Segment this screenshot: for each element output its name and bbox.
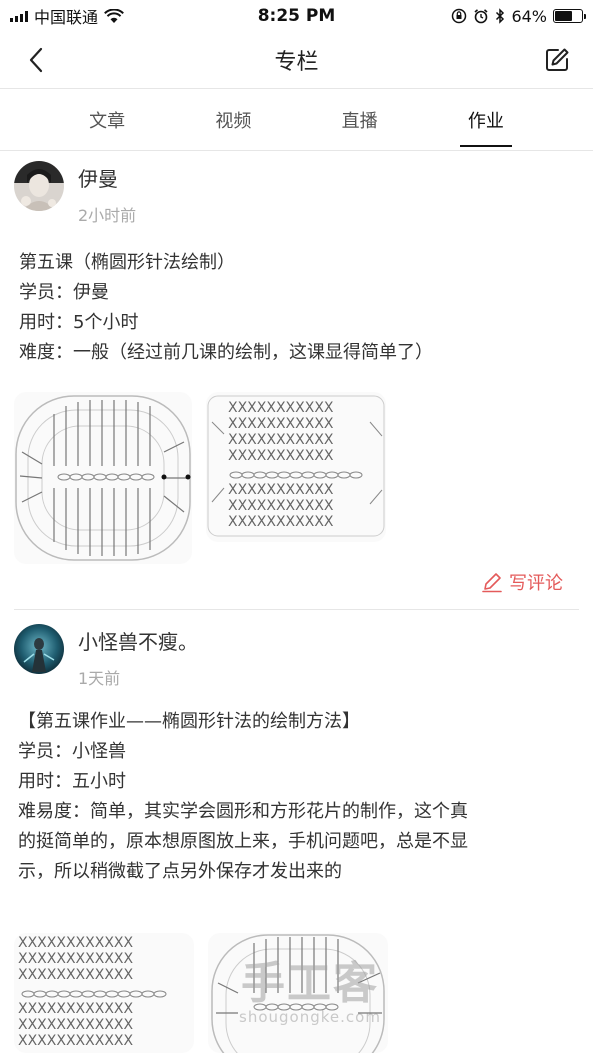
tab-bar: 文章 视频 直播 作业 — [0, 89, 593, 151]
crochet-chart-image[interactable]: XXXXXXXXXXX XXXXXXXXXXX XXXXXXXXXXX XXXX… — [206, 392, 386, 542]
post-time: 1天前 — [78, 669, 121, 688]
post-line: 用时：五小时 — [18, 771, 126, 792]
orientation-lock-icon — [452, 8, 467, 24]
crochet-chart-image[interactable] — [14, 392, 192, 564]
write-comment-button[interactable]: 写评论 — [481, 569, 563, 595]
back-button[interactable] — [18, 42, 54, 78]
post-card: 伊曼 2小时前 第五课（椭圆形针法绘制） 学员：伊曼用时：5个小时难度：一般（经过… — [0, 151, 593, 609]
post-meta: 伊曼 2小时前 — [78, 161, 136, 226]
tab-label: 作业 — [467, 110, 504, 132]
page-title: 专栏 — [274, 50, 319, 75]
pencil-icon — [482, 573, 502, 593]
svg-text:XXXXXXXXXXXX: XXXXXXXXXXXX — [18, 1017, 133, 1033]
nav-bar: 专栏 — [0, 32, 593, 89]
alarm-icon — [474, 9, 488, 24]
svg-text:XXXXXXXXXXXX: XXXXXXXXXXXX — [18, 935, 133, 951]
watermark-url: shougongke.com — [239, 1008, 381, 1026]
status-bar: 中国联通 8:25 PM 64% — [0, 0, 593, 32]
post-line: 学员：小怪兽 — [18, 741, 126, 762]
svg-text:XXXXXXXXXXXX: XXXXXXXXXXXX — [18, 967, 133, 983]
svg-text:XXXXXXXXXXX: XXXXXXXXXXX — [228, 498, 334, 514]
author-name[interactable]: 伊曼 — [78, 163, 136, 192]
edit-icon — [546, 48, 569, 71]
status-left: 中国联通 — [10, 4, 124, 28]
post-line: 【第五课作业——椭圆形针法的绘制方法】 — [18, 711, 360, 732]
post-images: XXXXXXXXXXX XXXXXXXXXXX XXXXXXXXXXX XXXX… — [14, 392, 579, 564]
post-line: 示，所以稍微截了点另外保存才发出来的 — [18, 861, 342, 882]
post-line: 学员：伊曼 — [19, 282, 109, 303]
post-line: 难易度：简单，其实学会圆形和方形花片的制作，这个真 — [18, 801, 468, 822]
tab-homework[interactable]: 作业 — [423, 89, 549, 150]
post-line: 难度：一般（经过前几课的绘制，这课显得简单了） — [19, 342, 433, 363]
post-meta: 小怪兽不瘦。 1天前 — [78, 624, 198, 689]
svg-text:XXXXXXXXXXX: XXXXXXXXXXX — [228, 432, 334, 448]
svg-text:XXXXXXXXXXXX: XXXXXXXXXXXX — [18, 1001, 133, 1017]
write-comment-label: 写评论 — [509, 573, 563, 594]
tab-label: 文章 — [89, 110, 126, 132]
author-name[interactable]: 小怪兽不瘦。 — [78, 626, 198, 655]
svg-text:XXXXXXXXXXXX: XXXXXXXXXXXX — [18, 951, 133, 967]
svg-text:XXXXXXXXXXX: XXXXXXXXXXX — [228, 514, 334, 530]
post-line: 的挺简单的，原本想原图放上来，手机问题吧，总是不显 — [18, 831, 468, 852]
avatar[interactable] — [14, 624, 64, 674]
wifi-icon — [104, 8, 124, 23]
post-line: 用时：5个小时 — [19, 312, 139, 333]
tab-live[interactable]: 直播 — [297, 89, 423, 150]
svg-text:XXXXXXXXXXX: XXXXXXXXXXX — [228, 416, 334, 432]
post-header: 小怪兽不瘦。 1天前 — [14, 610, 579, 689]
svg-text:XXXXXXXXXXXX: XXXXXXXXXXXX — [18, 1033, 133, 1049]
watermark: 手工客 shougongke.com — [225, 958, 395, 1027]
watermark-logo: 手工客 — [241, 958, 379, 1009]
svg-text:XXXXXXXXXXX: XXXXXXXXXXX — [228, 448, 334, 464]
svg-text:XXXXXXXXXXX: XXXXXXXXXXX — [228, 482, 334, 498]
post-body: 【第五课作业——椭圆形针法的绘制方法】 学员：小怪兽 用时：五小时难易度：简单，其实… — [14, 707, 579, 887]
chevron-left-icon — [29, 47, 43, 73]
tab-articles[interactable]: 文章 — [44, 89, 170, 150]
avatar[interactable] — [14, 161, 64, 211]
post-body: 第五课（椭圆形针法绘制） 学员：伊曼用时：5个小时难度：一般（经过前几课的绘制，这… — [14, 248, 579, 368]
status-right: 64% — [451, 6, 586, 26]
carrier-label: 中国联通 — [34, 8, 99, 27]
post-line: 第五课（椭圆形针法绘制） — [19, 252, 235, 273]
tab-label: 视频 — [215, 110, 252, 132]
signal-icon — [10, 10, 28, 22]
battery-icon — [553, 9, 586, 23]
edit-button[interactable] — [539, 42, 575, 78]
battery-percent: 64% — [511, 6, 547, 26]
post-header: 伊曼 2小时前 — [14, 151, 579, 226]
svg-text:XXXXXXXXXXX: XXXXXXXXXXX — [228, 400, 334, 416]
post-time: 2小时前 — [78, 206, 137, 225]
crochet-chart-image[interactable]: XXXXXXXXXXXX XXXXXXXXXXXX XXXXXXXXXXXX X… — [14, 933, 194, 1053]
bluetooth-icon — [496, 8, 505, 24]
battery-fill — [555, 11, 572, 21]
tab-label: 直播 — [341, 110, 378, 132]
tab-videos[interactable]: 视频 — [170, 89, 296, 150]
